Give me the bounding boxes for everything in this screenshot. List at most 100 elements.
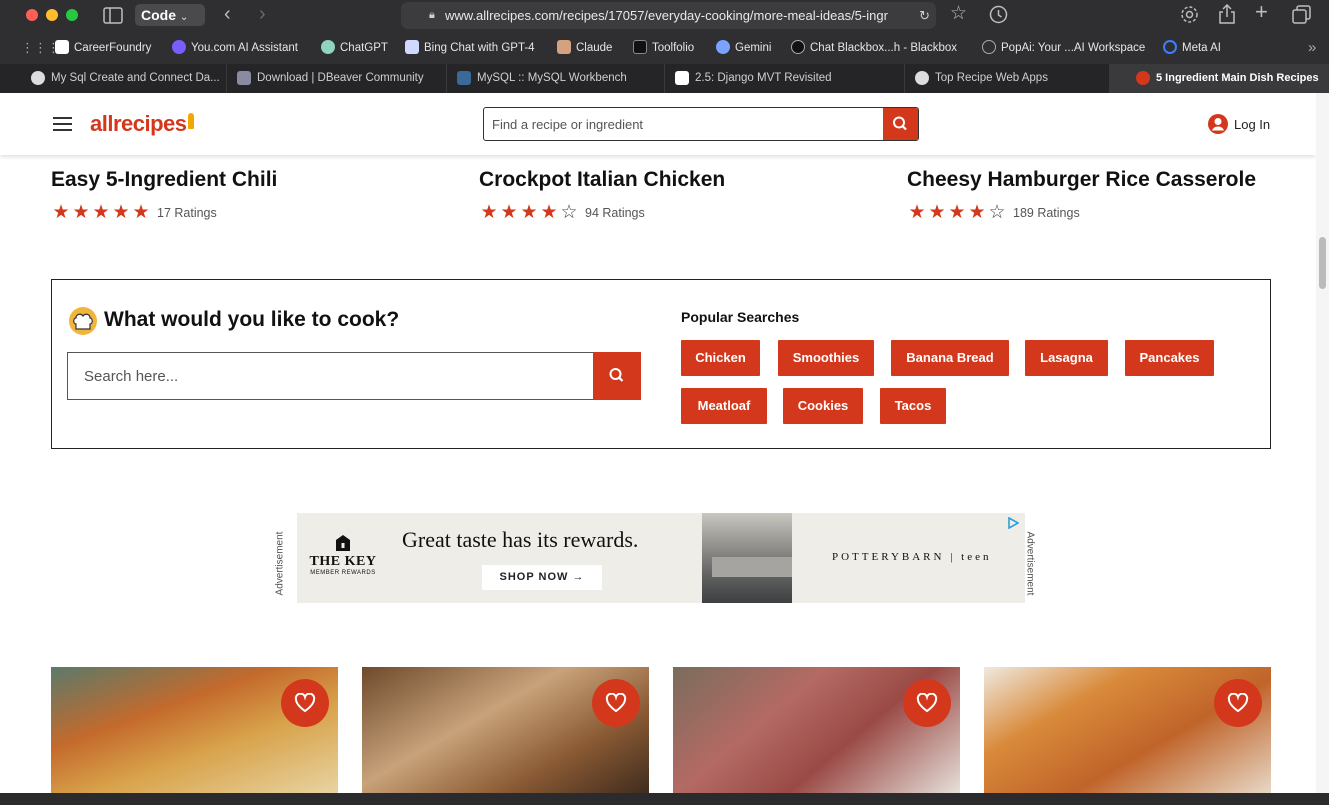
bookmark-meta[interactable]: Meta AI: [1163, 36, 1221, 60]
popular-search-chip[interactable]: Chicken: [681, 340, 760, 376]
popular-search-chip[interactable]: Meatloaf: [681, 388, 767, 424]
save-recipe-button[interactable]: [592, 679, 640, 727]
save-recipe-button[interactable]: [1214, 679, 1262, 727]
ratings-count: 17 Ratings: [157, 206, 217, 220]
history-icon[interactable]: [989, 5, 1008, 27]
header-search-button[interactable]: [883, 108, 918, 140]
toolfolio-icon: [633, 40, 647, 54]
bookmark-toolfolio[interactable]: Toolfolio: [633, 36, 694, 60]
popular-search-chip[interactable]: Lasagna: [1025, 340, 1108, 376]
tab-django[interactable]: 2.5: Django MVT Revisited: [665, 64, 905, 93]
recipe-card-image[interactable]: [984, 667, 1271, 793]
save-recipe-button[interactable]: [903, 679, 951, 727]
tab-bar: My Sql Create and Connect Da... Download…: [0, 64, 1329, 93]
careerfoundry-icon: [675, 71, 689, 85]
bookmark-blackbox[interactable]: Chat Blackbox...h - Blackbox: [791, 36, 957, 60]
recipe-title[interactable]: Easy 5-Ingredient Chili: [51, 168, 277, 192]
recipe-card-image[interactable]: [673, 667, 960, 793]
meta-icon: [1163, 40, 1177, 54]
tab-top-recipe[interactable]: Top Recipe Web Apps: [905, 64, 1110, 93]
star-empty-icon: ☆: [988, 202, 1006, 223]
ad-shop-now-button[interactable]: SHOP NOW →: [482, 565, 602, 590]
star-filled-icon: ★: [908, 202, 926, 223]
recipe-title[interactable]: Crockpot Italian Chicken: [479, 168, 725, 192]
chatgpt-icon: [321, 40, 335, 54]
search-icon: [893, 116, 907, 131]
ratings-count: 94 Ratings: [585, 206, 645, 220]
forward-icon[interactable]: ›: [259, 4, 266, 24]
ad-partner-logo: POTTERYBARN | teen: [832, 551, 992, 563]
sidebar-toggle-icon[interactable]: [103, 7, 123, 27]
minimize-window-button[interactable]: [46, 9, 58, 21]
popular-search-chip[interactable]: Smoothies: [778, 340, 874, 376]
page-scrollbar[interactable]: [1316, 93, 1329, 793]
login-button[interactable]: Log In: [1208, 114, 1270, 134]
share-icon[interactable]: [1219, 3, 1235, 27]
browser-chrome: Code ⌄ ‹ › 🔒︎ www.allrecipes.com/recipes…: [0, 0, 1329, 93]
cook-search-panel: What would you like to cook? Popular Sea…: [51, 279, 1271, 449]
back-icon[interactable]: ‹: [224, 4, 231, 24]
bookmark-star-icon[interactable]: ☆: [950, 4, 967, 23]
tab-allrecipes[interactable]: 5 Ingredient Main Dish Recipes: [1110, 64, 1329, 93]
recipe-card-image[interactable]: [362, 667, 649, 793]
claude-icon: [557, 40, 571, 54]
tab-mysql-workbench[interactable]: MySQL :: MySQL Workbench: [447, 64, 665, 93]
star-filled-icon: ★: [52, 202, 70, 223]
popular-search-chip[interactable]: Pancakes: [1125, 340, 1214, 376]
bookmark-youcom[interactable]: You.com AI Assistant: [172, 36, 298, 60]
new-tab-icon[interactable]: +: [1255, 1, 1268, 23]
popular-search-chip[interactable]: Tacos: [880, 388, 946, 424]
popular-search-chip[interactable]: Banana Bread: [891, 340, 1009, 376]
star-filled-icon: ★: [72, 202, 90, 223]
scrollbar-thumb[interactable]: [1319, 237, 1326, 289]
tab-mysql-create[interactable]: My Sql Create and Connect Da...: [21, 64, 227, 93]
star-filled-icon: ★: [520, 202, 538, 223]
bookmark-careerfoundry[interactable]: CareerFoundry: [55, 36, 151, 60]
recipe-card-image[interactable]: [51, 667, 338, 793]
star-filled-icon: ★: [480, 202, 498, 223]
star-filled-icon: ★: [968, 202, 986, 223]
star-filled-icon: ★: [540, 202, 558, 223]
app-menu-button[interactable]: Code ⌄: [135, 4, 205, 26]
recipe-title[interactable]: Cheesy Hamburger Rice Casserole: [907, 168, 1256, 192]
cook-search: [67, 352, 641, 400]
reload-icon[interactable]: ↻: [919, 2, 930, 29]
bookmark-bing[interactable]: Bing Chat with GPT-4: [405, 36, 535, 60]
cook-search-input[interactable]: [68, 353, 593, 399]
star-filled-icon: ★: [92, 202, 110, 223]
heart-icon: [605, 693, 627, 713]
tab-overview-icon[interactable]: [1292, 5, 1311, 27]
bookmark-claude[interactable]: Claude: [557, 36, 612, 60]
allrecipes-favicon-icon: [1136, 71, 1150, 85]
address-bar[interactable]: 🔒︎ www.allrecipes.com/recipes/17057/ever…: [401, 2, 936, 29]
window-bottom-edge: [0, 793, 1329, 805]
youcom-icon: [172, 40, 186, 54]
ratings-count: 189 Ratings: [1013, 206, 1080, 220]
header-search-input[interactable]: [484, 108, 882, 140]
ad-label: Advertisement: [274, 531, 286, 596]
save-recipe-button[interactable]: [281, 679, 329, 727]
cook-title: What would you like to cook?: [104, 308, 400, 331]
chef-hat-icon: [68, 306, 98, 336]
chatgpt-icon: [915, 71, 929, 85]
mysql-icon: [457, 71, 471, 85]
tab-dbeaver[interactable]: Download | DBeaver Community: [227, 64, 447, 93]
cook-search-button[interactable]: [593, 352, 641, 400]
dbeaver-icon: [237, 71, 251, 85]
settings-icon[interactable]: [1180, 5, 1199, 27]
menu-icon[interactable]: [53, 117, 72, 131]
recipe-rating: ★ ★ ★ ★ ☆ 189 Ratings: [907, 202, 1080, 223]
advertisement-banner[interactable]: THE KEY MEMBER REWARDS Great taste has i…: [297, 513, 1025, 603]
site-logo[interactable]: allrecipes: [90, 111, 194, 137]
url-text: www.allrecipes.com/recipes/17057/everyda…: [445, 8, 888, 23]
chatgpt-icon: [31, 71, 45, 85]
heart-icon: [1227, 693, 1249, 713]
more-bookmarks-icon[interactable]: »: [1308, 36, 1316, 60]
bookmark-gemini[interactable]: Gemini: [716, 36, 771, 60]
popular-search-chip[interactable]: Cookies: [783, 388, 863, 424]
bookmark-chatgpt[interactable]: ChatGPT: [321, 36, 388, 60]
bookmark-popai[interactable]: PopAi: Your ...AI Workspace: [982, 36, 1145, 60]
adchoices-icon[interactable]: [1007, 517, 1019, 529]
close-window-button[interactable]: [26, 9, 38, 21]
zoom-window-button[interactable]: [66, 9, 78, 21]
